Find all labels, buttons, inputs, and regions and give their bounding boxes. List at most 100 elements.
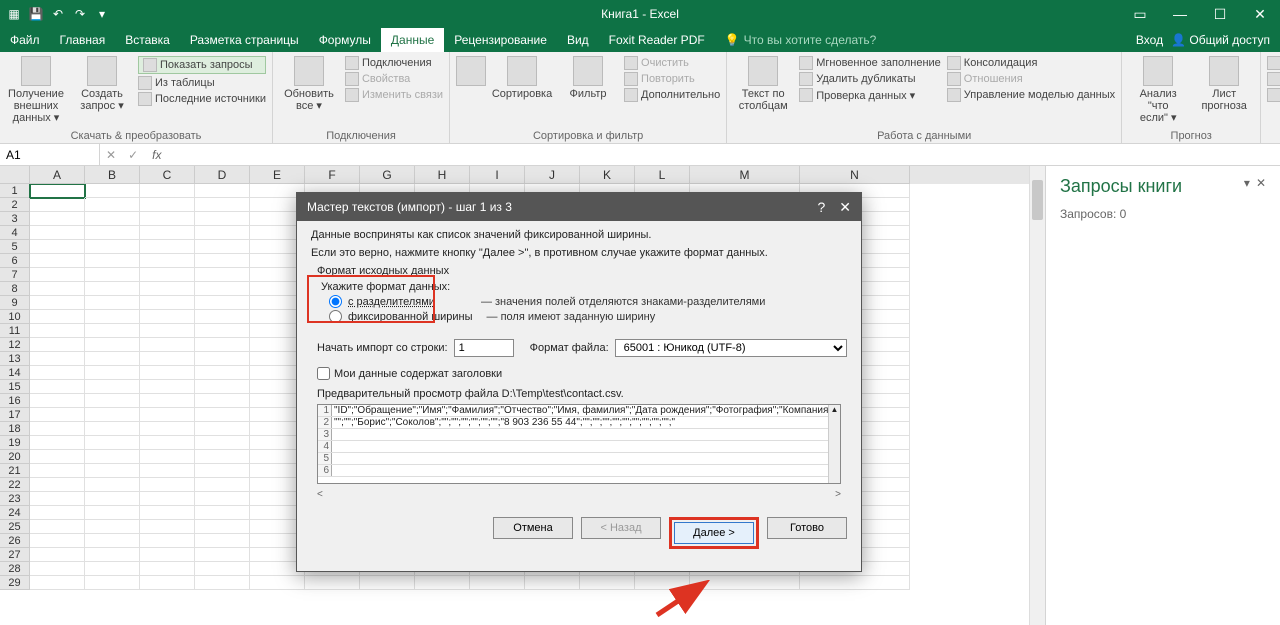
- select-all-cell[interactable]: [0, 166, 30, 184]
- cell[interactable]: [195, 506, 250, 520]
- cell[interactable]: [85, 478, 140, 492]
- cell[interactable]: [195, 422, 250, 436]
- cell[interactable]: [195, 212, 250, 226]
- row-header[interactable]: 26: [0, 534, 30, 548]
- column-header[interactable]: F: [305, 166, 360, 184]
- start-row-input[interactable]: [454, 339, 514, 357]
- tab-foxit[interactable]: Foxit Reader PDF: [599, 28, 715, 52]
- tab-file[interactable]: Файл: [0, 28, 50, 52]
- row-header[interactable]: 6: [0, 254, 30, 268]
- cell[interactable]: [85, 422, 140, 436]
- advanced-button[interactable]: Дополнительно: [624, 88, 720, 102]
- row-header[interactable]: 10: [0, 310, 30, 324]
- name-box[interactable]: A1: [0, 144, 100, 166]
- cell[interactable]: [30, 310, 85, 324]
- cell[interactable]: [30, 450, 85, 464]
- cell[interactable]: [85, 268, 140, 282]
- row-header[interactable]: 25: [0, 520, 30, 534]
- cell[interactable]: [30, 520, 85, 534]
- file-encoding-select[interactable]: 65001 : Юникод (UTF-8): [615, 339, 847, 357]
- cell[interactable]: [85, 492, 140, 506]
- cell[interactable]: [305, 576, 360, 590]
- sort-button[interactable]: Сортировка: [492, 56, 552, 100]
- cell[interactable]: [85, 562, 140, 576]
- data-model-button[interactable]: Управление моделью данных: [947, 88, 1115, 102]
- cell[interactable]: [30, 478, 85, 492]
- row-header[interactable]: 7: [0, 268, 30, 282]
- cell[interactable]: [140, 520, 195, 534]
- cell[interactable]: [195, 338, 250, 352]
- from-table-button[interactable]: Из таблицы: [138, 76, 266, 90]
- row-header[interactable]: 5: [0, 240, 30, 254]
- row-header[interactable]: 8: [0, 282, 30, 296]
- cell[interactable]: [30, 492, 85, 506]
- cell[interactable]: [140, 422, 195, 436]
- column-header[interactable]: H: [415, 166, 470, 184]
- get-external-data-button[interactable]: Получение внешних данных ▾: [6, 56, 66, 124]
- login-link[interactable]: Вход: [1136, 33, 1163, 47]
- row-header[interactable]: 11: [0, 324, 30, 338]
- cell[interactable]: [140, 268, 195, 282]
- new-query-button[interactable]: Создать запрос ▾: [72, 56, 132, 112]
- cell[interactable]: [85, 408, 140, 422]
- cell[interactable]: [195, 254, 250, 268]
- cell[interactable]: [85, 282, 140, 296]
- cell[interactable]: [85, 520, 140, 534]
- scrollbar-thumb[interactable]: [1032, 180, 1043, 220]
- cell[interactable]: [30, 380, 85, 394]
- cell[interactable]: [140, 338, 195, 352]
- row-header[interactable]: 28: [0, 562, 30, 576]
- cell[interactable]: [30, 268, 85, 282]
- cell[interactable]: [85, 394, 140, 408]
- panel-menu-icon[interactable]: ▾: [1244, 176, 1250, 190]
- row-header[interactable]: 23: [0, 492, 30, 506]
- ungroup-button[interactable]: Разгруппировать ▾: [1267, 72, 1280, 86]
- cell[interactable]: [140, 562, 195, 576]
- row-header[interactable]: 12: [0, 338, 30, 352]
- headers-checkbox[interactable]: [317, 367, 330, 380]
- column-header[interactable]: C: [140, 166, 195, 184]
- cell[interactable]: [195, 310, 250, 324]
- cell[interactable]: [30, 226, 85, 240]
- cell[interactable]: [195, 408, 250, 422]
- cell[interactable]: [140, 408, 195, 422]
- row-header[interactable]: 18: [0, 422, 30, 436]
- cell[interactable]: [140, 324, 195, 338]
- minimize-icon[interactable]: —: [1160, 0, 1200, 28]
- row-header[interactable]: 3: [0, 212, 30, 226]
- cell[interactable]: [30, 324, 85, 338]
- maximize-icon[interactable]: ☐: [1200, 0, 1240, 28]
- properties-button[interactable]: Свойства: [345, 72, 443, 86]
- data-validation-button[interactable]: Проверка данных ▾: [799, 88, 941, 102]
- relationships-button[interactable]: Отношения: [947, 72, 1115, 86]
- row-header[interactable]: 27: [0, 548, 30, 562]
- recent-sources-button[interactable]: Последние источники: [138, 92, 266, 106]
- cell[interactable]: [195, 380, 250, 394]
- cell[interactable]: [195, 464, 250, 478]
- cell[interactable]: [800, 576, 910, 590]
- cell[interactable]: [140, 310, 195, 324]
- clear-button[interactable]: Очистить: [624, 56, 720, 70]
- cell[interactable]: [195, 436, 250, 450]
- vertical-scrollbar[interactable]: [1029, 166, 1045, 625]
- group-button[interactable]: Группировать ▾: [1267, 56, 1280, 70]
- enter-formula-icon[interactable]: ✓: [122, 148, 144, 162]
- row-header[interactable]: 1: [0, 184, 30, 198]
- tab-layout[interactable]: Разметка страницы: [180, 28, 309, 52]
- cell[interactable]: [195, 198, 250, 212]
- cell[interactable]: [195, 394, 250, 408]
- cell[interactable]: [30, 562, 85, 576]
- cell[interactable]: [85, 324, 140, 338]
- tab-review[interactable]: Рецензирование: [444, 28, 557, 52]
- tab-data[interactable]: Данные: [381, 28, 444, 52]
- cell[interactable]: [470, 576, 525, 590]
- cell[interactable]: [85, 338, 140, 352]
- cell[interactable]: [360, 576, 415, 590]
- cell[interactable]: [30, 212, 85, 226]
- cell[interactable]: [140, 492, 195, 506]
- forecast-sheet-button[interactable]: Лист прогноза: [1194, 56, 1254, 112]
- whatif-button[interactable]: Анализ "что если" ▾: [1128, 56, 1188, 124]
- show-queries-button[interactable]: Показать запросы: [138, 56, 266, 74]
- column-header[interactable]: D: [195, 166, 250, 184]
- subtotal-button[interactable]: Промежуточный итог: [1267, 88, 1280, 102]
